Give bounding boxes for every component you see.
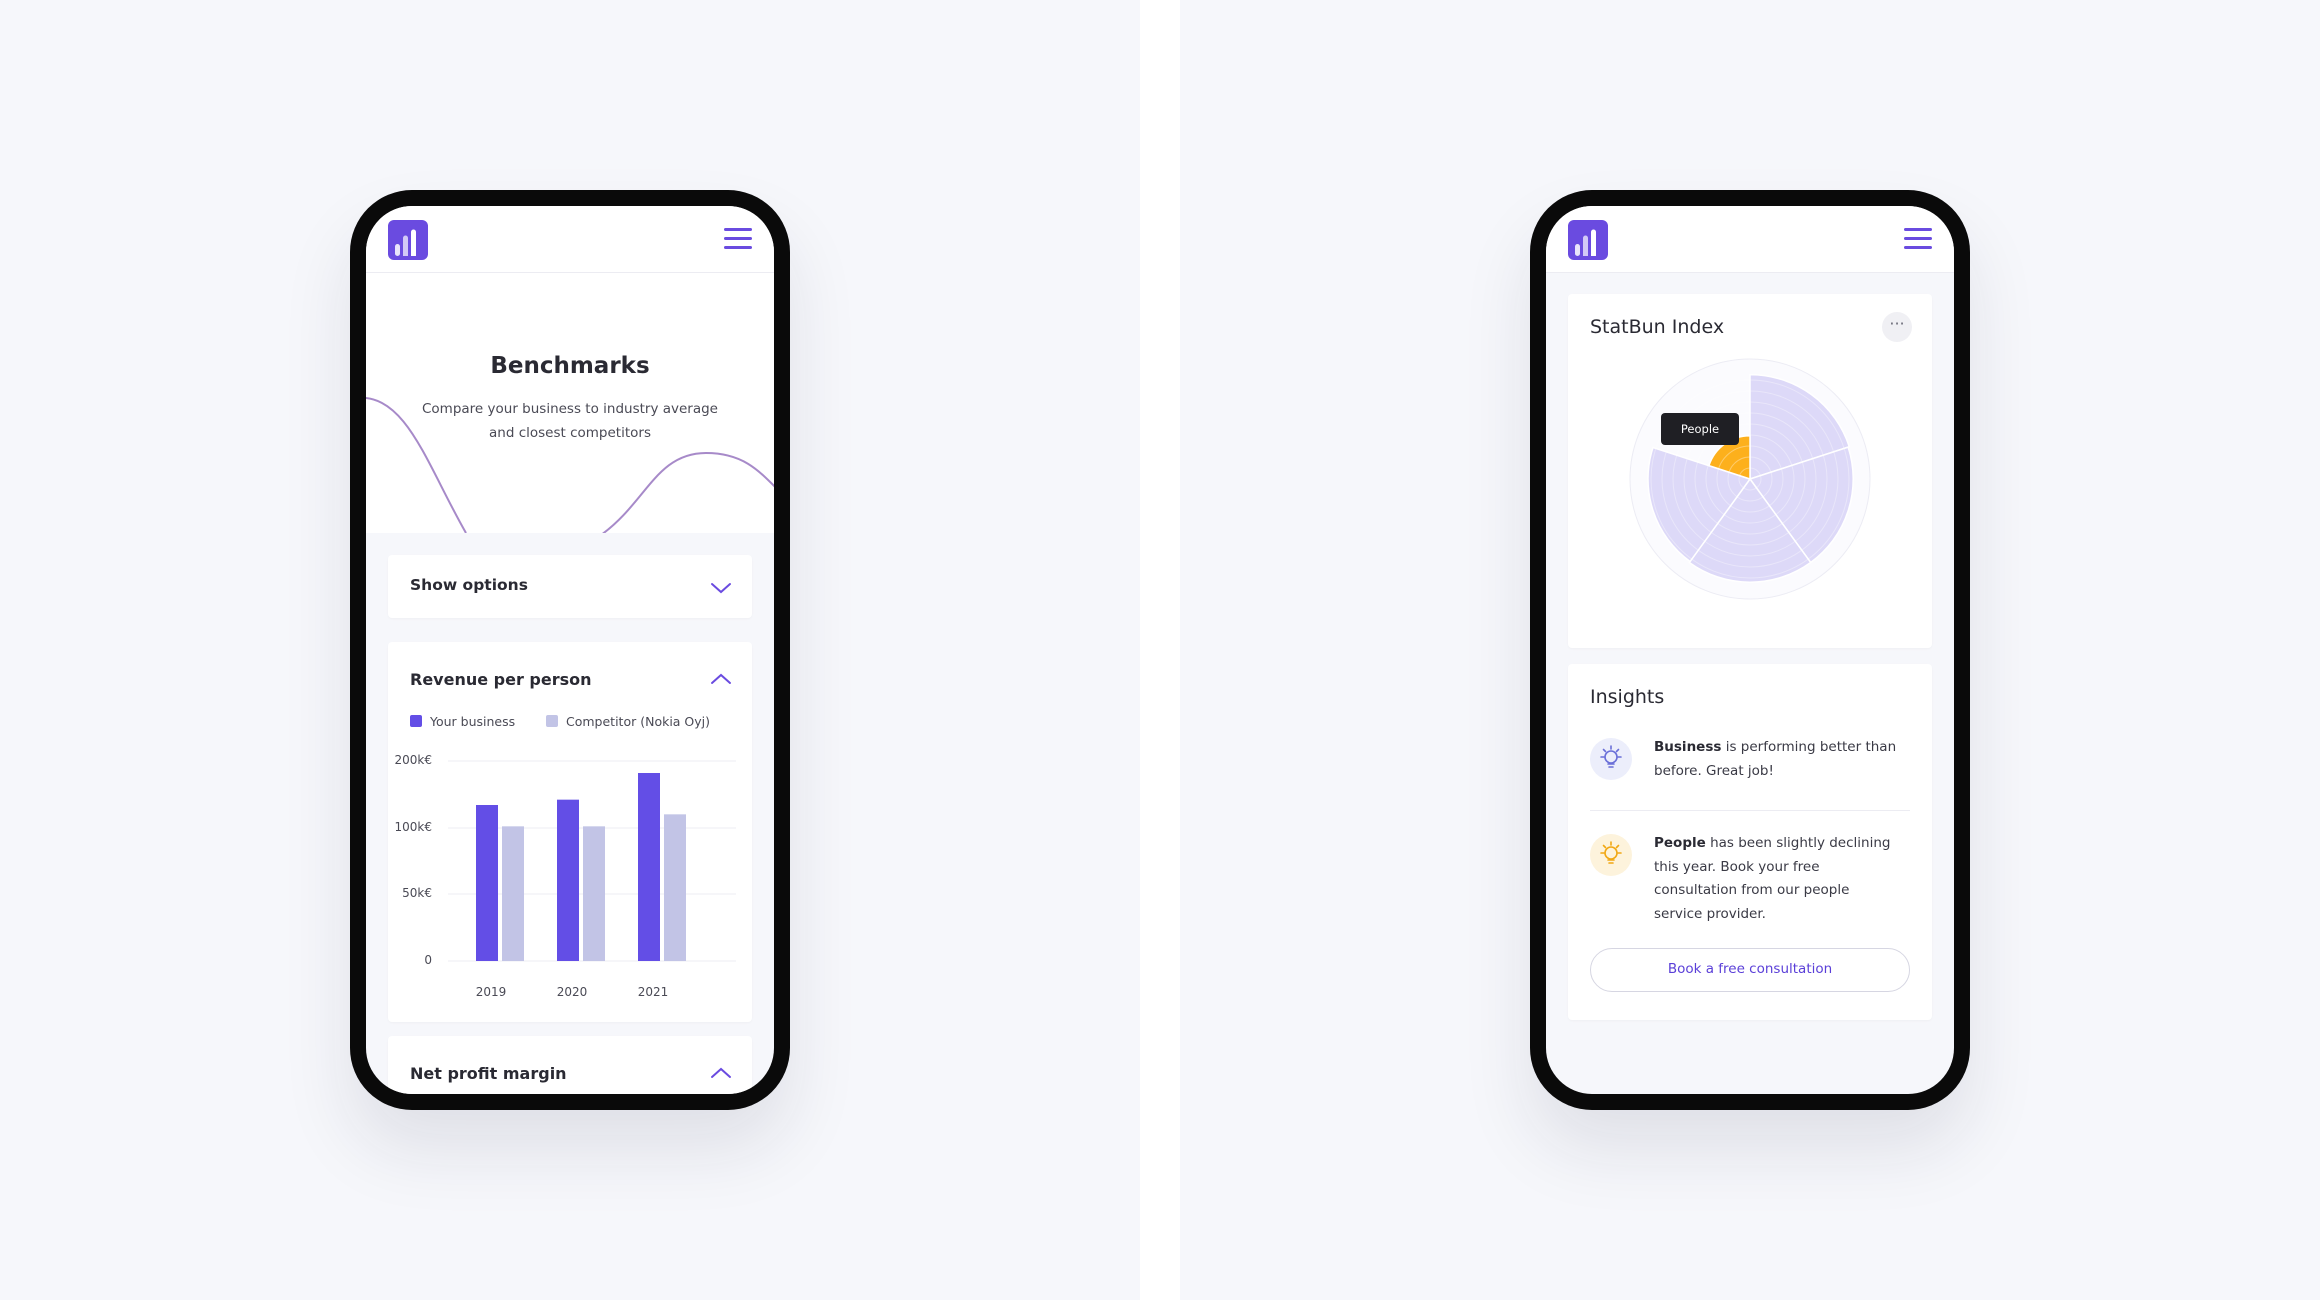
chevron-down-icon (711, 583, 731, 594)
bar-2020-your-business[interactable] (557, 799, 579, 961)
x-tick-label: 2019 (475, 985, 507, 999)
hamburger-menu-icon[interactable] (724, 228, 752, 252)
lightbulb-icon (1590, 834, 1632, 876)
net-profit-card-title: Net profit margin (410, 1064, 567, 1083)
x-tick-label: 2020 (556, 985, 588, 999)
app-bar (1546, 206, 1954, 273)
insights-card: Insights Business is performing better t… (1568, 664, 1932, 1020)
panel-divider (1140, 0, 1180, 1300)
insights-title: Insights (1590, 686, 1665, 708)
bar-2020-competitor[interactable] (583, 826, 605, 961)
x-tick-label: 2021 (637, 985, 669, 999)
app-logo[interactable] (388, 220, 428, 260)
app-logo[interactable] (1568, 220, 1608, 260)
insight-divider (1590, 810, 1910, 811)
chevron-up-icon[interactable] (710, 1066, 732, 1080)
book-consultation-button[interactable]: Book a free consultation (1590, 948, 1910, 992)
statbun-index-card: StatBun Index ··· People (1568, 294, 1932, 648)
bar-2019-your-business[interactable] (476, 805, 498, 961)
phone-statbun-index: StatBun Index ··· People Insights Busine… (1530, 190, 1970, 1110)
phone-benchmarks: Benchmarks Compare your business to indu… (350, 190, 790, 1110)
insight-business: Business is performing better than befor… (1654, 739, 1897, 779)
revenue-bar-chart (448, 760, 736, 962)
screen-statbun-index: StatBun Index ··· People Insights Busine… (1546, 206, 1954, 1094)
screen-benchmarks: Benchmarks Compare your business to indu… (366, 206, 774, 1094)
chart-tooltip: People (1661, 413, 1739, 445)
bar-2021-competitor[interactable] (664, 814, 686, 961)
app-bar (366, 206, 774, 273)
net-profit-margin-card: Net profit margin (388, 1036, 752, 1094)
page-title: Benchmarks (490, 353, 650, 379)
show-options-dropdown[interactable]: Show options (388, 555, 752, 618)
hamburger-menu-icon[interactable] (1904, 228, 1932, 252)
insight-people: People has been slightly declining this … (1654, 835, 1891, 922)
bar-2019-competitor[interactable] (502, 826, 524, 961)
hero-section: Benchmarks Compare your business to indu… (366, 273, 774, 533)
revenue-per-person-card: Revenue per person Your business Competi… (388, 642, 752, 1022)
show-options-label: Show options (410, 576, 528, 594)
statbun-radar-chart (1629, 358, 1871, 600)
bar-2021-your-business[interactable] (638, 773, 660, 961)
lightbulb-icon (1590, 738, 1632, 780)
page-subtitle: Compare your business to industry averag… (421, 401, 718, 441)
